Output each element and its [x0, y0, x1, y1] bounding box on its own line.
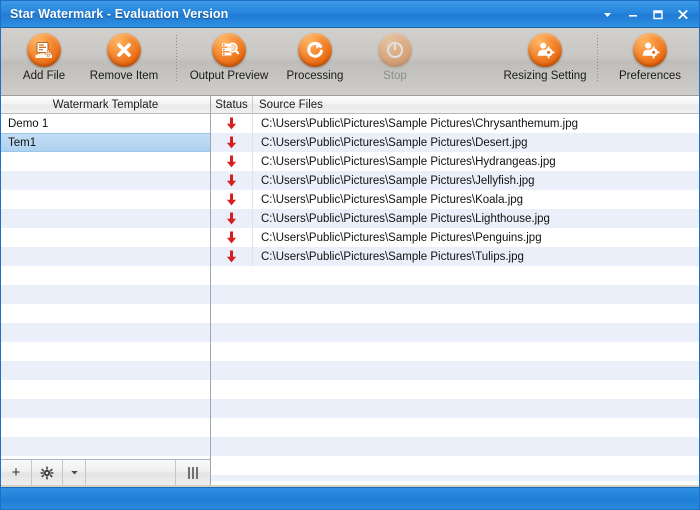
watermark-template-panel: Watermark Template Demo 1 Tem1 + [1, 96, 211, 485]
template-footer-filler [86, 460, 176, 485]
processing-label: Processing [286, 70, 344, 82]
gear-icon [40, 466, 54, 479]
source-file-path: C:\Users\Public\Pictures\Sample Pictures… [261, 193, 524, 206]
source-file-path: C:\Users\Public\Pictures\Sample Pictures… [261, 117, 579, 130]
remove-item-label: Remove Item [89, 70, 159, 82]
pending-down-arrow-icon [226, 212, 237, 225]
template-list-stripes [1, 114, 210, 459]
processing-icon [298, 33, 332, 67]
plus-icon: + [11, 464, 21, 481]
preferences-button[interactable]: Preferences [607, 33, 693, 82]
status-cell [211, 152, 253, 171]
remove-item-button[interactable]: Remove Item [81, 33, 167, 82]
table-row[interactable]: C:\Users\Public\Pictures\Sample Pictures… [211, 247, 699, 266]
status-bar [1, 487, 699, 509]
add-file-button[interactable]: Add File [7, 33, 81, 82]
source-file-path: C:\Users\Public\Pictures\Sample Pictures… [261, 250, 524, 263]
pending-down-arrow-icon [226, 231, 237, 244]
resizing-setting-label: Resizing Setting [503, 70, 587, 82]
resizing-setting-icon [528, 33, 562, 67]
panel-resize-grip[interactable] [176, 460, 210, 485]
output-preview-button[interactable]: Output Preview [186, 33, 272, 82]
source-files-list[interactable]: C:\Users\Public\Pictures\Sample Pictures… [211, 114, 699, 481]
output-preview-icon [212, 33, 246, 67]
stop-icon [378, 33, 412, 67]
toolbar-group-file: Add File Remove Item [1, 33, 167, 82]
pending-down-arrow-icon [226, 136, 237, 149]
pending-down-arrow-icon [226, 250, 237, 263]
processing-button[interactable]: Processing [272, 33, 358, 82]
source-files-header-row: Status Source Files [211, 95, 699, 114]
content-area: Watermark Template Demo 1 Tem1 + Status … [1, 95, 699, 485]
status-cell [211, 209, 253, 228]
minimize-button[interactable] [620, 3, 645, 25]
watermark-template-header-label: Watermark Template [52, 98, 159, 111]
maximize-button[interactable] [645, 3, 670, 25]
status-cell [211, 114, 253, 133]
status-cell [211, 171, 253, 190]
stop-button[interactable]: Stop [358, 33, 432, 82]
file-rows: C:\Users\Public\Pictures\Sample Pictures… [211, 114, 699, 266]
pending-down-arrow-icon [226, 155, 237, 168]
status-cell [211, 247, 253, 266]
table-row[interactable]: C:\Users\Public\Pictures\Sample Pictures… [211, 152, 699, 171]
status-cell [211, 133, 253, 152]
main-toolbar: Add File Remove Item Output Preview Proc… [1, 28, 699, 96]
template-item-label: Tem1 [8, 136, 37, 149]
status-column-header[interactable]: Status [211, 95, 253, 114]
table-row[interactable]: C:\Users\Public\Pictures\Sample Pictures… [211, 171, 699, 190]
source-files-column-header[interactable]: Source Files [253, 96, 699, 114]
source-files-panel: Status Source Files C:\Users\Public\Pict… [211, 95, 699, 485]
table-row[interactable]: C:\Users\Public\Pictures\Sample Pictures… [211, 133, 699, 152]
source-file-path: C:\Users\Public\Pictures\Sample Pictures… [261, 174, 535, 187]
window-title: Star Watermark - Evaluation Version [10, 7, 229, 21]
stop-label: Stop [383, 70, 407, 82]
table-row[interactable]: C:\Users\Public\Pictures\Sample Pictures… [211, 190, 699, 209]
list-item[interactable]: Demo 1 [1, 114, 210, 133]
dropdown-menu-button[interactable] [595, 3, 620, 25]
window-controls [595, 1, 695, 27]
resizing-setting-button[interactable]: Resizing Setting [502, 33, 588, 82]
status-cell [211, 190, 253, 209]
table-row[interactable]: C:\Users\Public\Pictures\Sample Pictures… [211, 228, 699, 247]
watermark-template-list[interactable]: Demo 1 Tem1 [1, 114, 210, 459]
pending-down-arrow-icon [226, 193, 237, 206]
status-cell [211, 228, 253, 247]
add-file-icon [27, 33, 61, 67]
add-file-label: Add File [22, 70, 66, 82]
pending-down-arrow-icon [226, 174, 237, 187]
table-row[interactable]: C:\Users\Public\Pictures\Sample Pictures… [211, 209, 699, 228]
source-file-path: C:\Users\Public\Pictures\Sample Pictures… [261, 155, 556, 168]
template-footer-toolbar: + [1, 459, 210, 485]
template-settings-dropdown-button[interactable] [63, 460, 86, 485]
toolbar-group-process: Output Preview Processing Stop [186, 33, 432, 82]
watermark-template-header: Watermark Template [1, 96, 210, 114]
output-preview-label: Output Preview [189, 70, 269, 82]
remove-item-icon [107, 33, 141, 67]
close-button[interactable] [670, 3, 695, 25]
source-file-path: C:\Users\Public\Pictures\Sample Pictures… [261, 212, 550, 225]
preferences-label: Preferences [618, 70, 681, 82]
template-rows: Demo 1 Tem1 [1, 114, 210, 152]
template-item-label: Demo 1 [8, 117, 49, 130]
title-bar: Star Watermark - Evaluation Version [1, 1, 699, 28]
source-file-path: C:\Users\Public\Pictures\Sample Pictures… [261, 136, 528, 149]
table-row[interactable]: C:\Users\Public\Pictures\Sample Pictures… [211, 114, 699, 133]
toolbar-separator-1 [176, 35, 177, 83]
list-item[interactable]: Tem1 [1, 133, 210, 152]
add-template-button[interactable]: + [1, 460, 32, 485]
toolbar-separator-2 [597, 35, 598, 83]
application-window: Star Watermark - Evaluation Version Add … [0, 0, 700, 510]
resize-grip-icon [188, 466, 198, 479]
source-file-path: C:\Users\Public\Pictures\Sample Pictures… [261, 231, 542, 244]
caret-down-icon [70, 471, 78, 475]
preferences-icon [633, 33, 667, 67]
toolbar-group-settings: Resizing Setting Preferences [502, 33, 699, 83]
template-settings-button[interactable] [32, 460, 63, 485]
pending-down-arrow-icon [226, 117, 237, 130]
file-list-bottom-strip [211, 481, 699, 485]
